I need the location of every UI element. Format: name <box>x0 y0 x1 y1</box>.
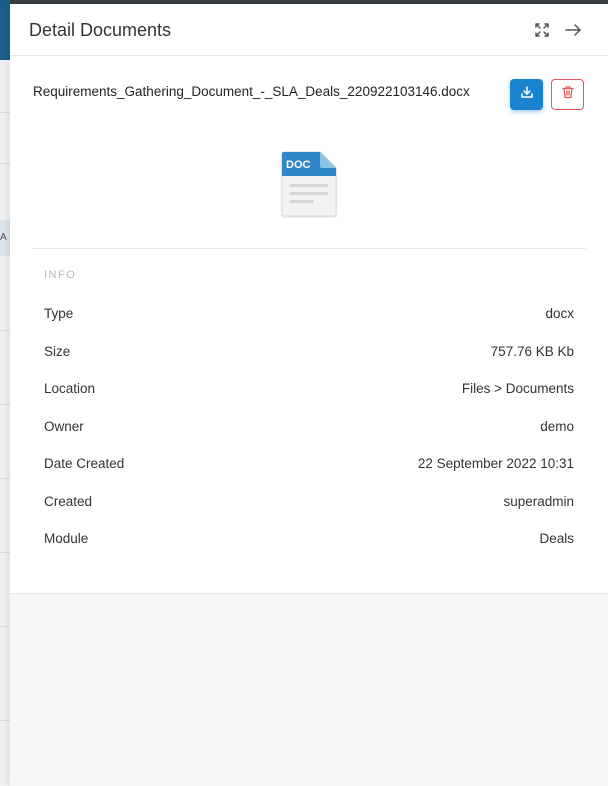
panel-body: Detail Documents Requirements_Gathering_… <box>10 4 608 594</box>
info-label: Type <box>44 306 74 321</box>
file-name: Requirements_Gathering_Document_-_SLA_De… <box>33 84 470 99</box>
doc-file-icon: DOC <box>280 150 338 218</box>
info-label: Owner <box>44 419 84 434</box>
divider <box>0 330 10 331</box>
info-value: Files > Documents <box>461 381 574 396</box>
info-row-type: Type docx <box>44 306 574 326</box>
divider <box>0 112 10 113</box>
info-value: superadmin <box>503 494 574 509</box>
info-row-size: Size 757.76 KB Kb <box>44 344 574 364</box>
delete-button[interactable] <box>551 79 584 110</box>
download-button[interactable] <box>510 79 543 110</box>
panel-header: Detail Documents <box>10 4 608 56</box>
close-arrow-icon[interactable] <box>563 20 583 40</box>
expand-icon[interactable] <box>532 20 552 40</box>
info-value: demo <box>540 419 574 434</box>
panel-title: Detail Documents <box>29 20 172 40</box>
info-row-module: Module Deals <box>44 531 574 551</box>
info-label: Size <box>44 344 71 359</box>
divider <box>0 404 10 405</box>
info-row-owner: Owner demo <box>44 419 574 439</box>
doc-icon-label: DOC <box>286 159 311 171</box>
background-text-fragment: A <box>0 232 7 243</box>
divider <box>0 478 10 479</box>
info-row-created: Created superadmin <box>44 494 574 514</box>
info-row-date-created: Date Created 22 September 2022 10:31 <box>44 456 574 476</box>
background-app-sidebar: A <box>0 0 10 786</box>
info-value: Deals <box>539 531 574 546</box>
divider <box>0 163 10 164</box>
info-label: Module <box>44 531 89 546</box>
divider <box>0 552 10 553</box>
info-label: Date Created <box>44 456 125 471</box>
download-icon <box>520 85 534 104</box>
trash-icon <box>561 85 575 104</box>
info-value: 22 September 2022 10:31 <box>417 456 574 471</box>
divider <box>0 626 10 627</box>
detail-documents-panel: Detail Documents Requirements_Gathering_… <box>10 4 608 786</box>
info-value: docx <box>545 306 574 321</box>
info-section-title: INFO <box>44 269 77 281</box>
info-label: Location <box>44 381 96 396</box>
divider <box>0 720 10 721</box>
background-header <box>0 0 10 60</box>
info-value: 757.76 KB Kb <box>490 344 574 359</box>
info-label: Created <box>44 494 93 509</box>
info-row-location: Location Files > Documents <box>44 381 574 401</box>
section-divider <box>33 248 586 249</box>
